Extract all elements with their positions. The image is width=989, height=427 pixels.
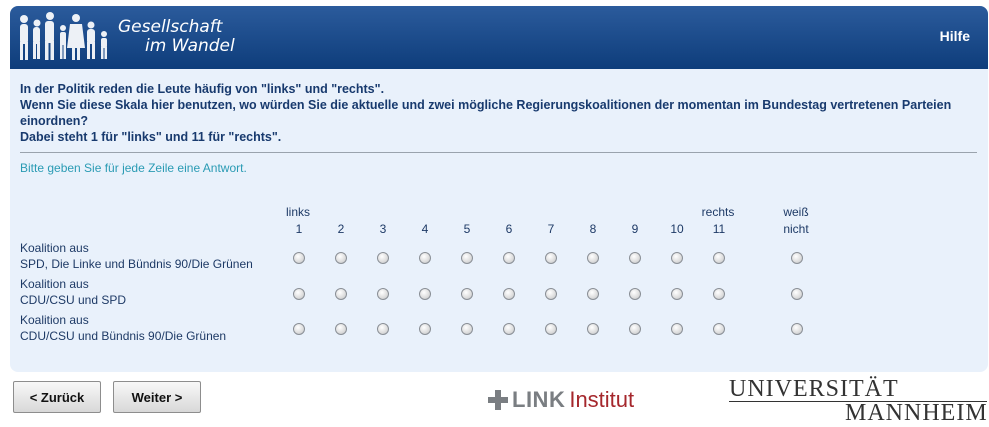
survey-panel: Gesellschaft im Wandel Hilfe In der Poli… — [10, 6, 988, 372]
radio-option[interactable] — [671, 252, 683, 264]
row-label-line1: Koalition aus — [20, 241, 89, 255]
scale-number: 2 — [337, 222, 345, 236]
scale-number: 3 — [379, 222, 387, 236]
link-logo-word: LINK — [512, 387, 566, 412]
radio-option[interactable] — [293, 288, 305, 300]
radio-option[interactable] — [671, 323, 683, 335]
radio-option[interactable] — [335, 252, 347, 264]
row-label: Koalition aus CDU/CSU und SPD — [20, 276, 126, 308]
row-label: Koalition aus SPD, Die Linke und Bündnis … — [20, 240, 253, 272]
radio-option[interactable] — [587, 323, 599, 335]
scale-left-anchor: links — [285, 205, 310, 219]
instruction-text: Bitte geben Sie für jede Zeile eine Antw… — [20, 161, 247, 175]
radio-option[interactable] — [713, 288, 725, 300]
row-label-line1: Koalition aus — [20, 313, 89, 327]
radio-option[interactable] — [713, 252, 725, 264]
uni-logo-line2: MANNHEIM — [845, 400, 988, 426]
radio-option[interactable] — [419, 323, 431, 335]
scale-number: 6 — [505, 222, 513, 236]
radio-option[interactable] — [377, 252, 389, 264]
row-label-line1: Koalition aus — [20, 277, 89, 291]
radio-option[interactable] — [671, 288, 683, 300]
scale-number: 11 — [712, 222, 726, 236]
scale-number: 7 — [547, 222, 555, 236]
row-label-line2: CDU/CSU und SPD — [20, 293, 127, 307]
radio-option[interactable] — [629, 323, 641, 335]
logo-title-line2: im Wandel — [145, 36, 235, 56]
logo-title-line1: Gesellschaft — [118, 17, 223, 37]
people-silhouette-icon — [20, 12, 107, 60]
row-label-line2: CDU/CSU und Bündnis 90/Die Grünen — [20, 329, 227, 343]
radio-option[interactable] — [419, 288, 431, 300]
dont-know-header-line1: weiß — [783, 205, 809, 219]
next-button[interactable]: Weiter > — [113, 381, 201, 413]
question-line: Wenn Sie diese Skala hier benutzen, wo w… — [20, 98, 952, 128]
uni-logo-line1: UNIVERSITÄT — [729, 376, 899, 402]
radio-option[interactable] — [377, 323, 389, 335]
radio-option[interactable] — [461, 323, 473, 335]
scale-number: 4 — [421, 222, 429, 236]
scale-number: 5 — [463, 222, 471, 236]
radio-option[interactable] — [545, 323, 557, 335]
header-bar: Gesellschaft im Wandel Hilfe — [10, 6, 988, 69]
radio-option[interactable] — [335, 288, 347, 300]
divider — [20, 152, 977, 153]
radio-option[interactable] — [629, 288, 641, 300]
row-label: Koalition aus CDU/CSU und Bündnis 90/Die … — [20, 312, 226, 344]
radio-dont-know[interactable] — [791, 252, 803, 264]
radio-dont-know[interactable] — [791, 288, 803, 300]
help-link[interactable]: Hilfe — [940, 28, 970, 44]
scale-number: 9 — [631, 222, 639, 236]
dont-know-header-line2: nicht — [783, 222, 809, 236]
radio-option[interactable] — [335, 323, 347, 335]
radio-option[interactable] — [587, 288, 599, 300]
scale-number: 8 — [589, 222, 597, 236]
radio-option[interactable] — [377, 288, 389, 300]
radio-option[interactable] — [503, 288, 515, 300]
radio-option[interactable] — [503, 252, 515, 264]
radio-dont-know[interactable] — [791, 323, 803, 335]
radio-option[interactable] — [587, 252, 599, 264]
scale-number: 10 — [670, 222, 684, 236]
question-line: Dabei steht 1 für "links" und 11 für "re… — [20, 130, 282, 144]
radio-option[interactable] — [461, 252, 473, 264]
scale-number: 1 — [295, 222, 303, 236]
plus-icon — [488, 390, 508, 410]
scale-right-anchor: rechts — [701, 205, 735, 219]
link-institut-logo: LINK Institut — [488, 386, 634, 414]
radio-option[interactable] — [419, 252, 431, 264]
link-logo-institut: Institut — [569, 387, 635, 412]
row-label-line2: SPD, Die Linke und Bündnis 90/Die Grünen — [20, 257, 253, 271]
gesellschaft-im-wandel-logo: Gesellschaft im Wandel — [10, 6, 250, 69]
radio-option[interactable] — [545, 288, 557, 300]
radio-option[interactable] — [503, 323, 515, 335]
radio-option[interactable] — [461, 288, 473, 300]
radio-option[interactable] — [713, 323, 725, 335]
back-button[interactable]: < Zurück — [13, 381, 101, 413]
radio-option[interactable] — [629, 252, 641, 264]
radio-option[interactable] — [293, 252, 305, 264]
question-text: In der Politik reden die Leute häufig vo… — [20, 81, 980, 145]
radio-option[interactable] — [545, 252, 557, 264]
radio-option[interactable] — [293, 323, 305, 335]
question-line: In der Politik reden die Leute häufig vo… — [20, 82, 385, 96]
